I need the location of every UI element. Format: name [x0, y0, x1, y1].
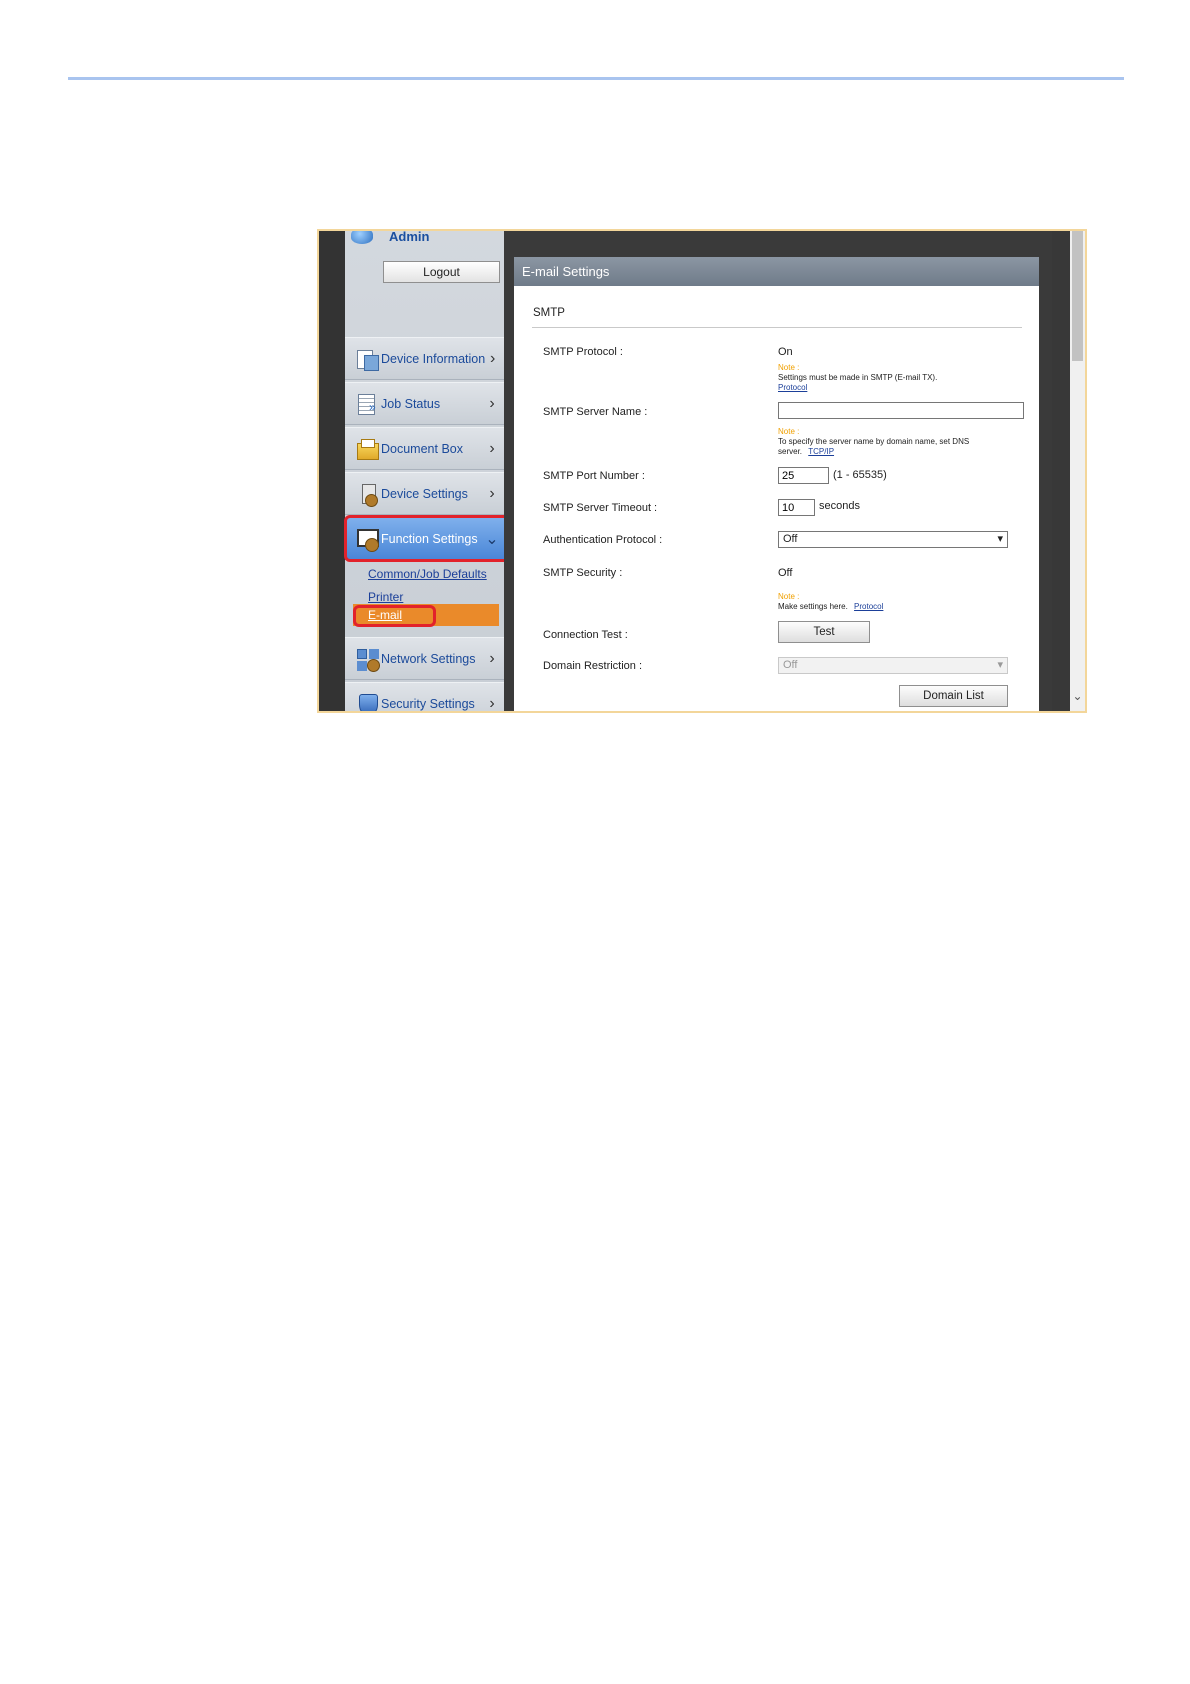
device-information-icon [355, 347, 379, 371]
section-divider [532, 327, 1022, 328]
note-label: Note : [778, 427, 800, 436]
sidebar-item-label: Device Information [381, 351, 486, 366]
sidebar-item-label: Document Box [381, 441, 463, 456]
sidebar: Admin Logout Device Information › Job St… [345, 231, 504, 711]
chevron-right-icon: › [489, 349, 496, 367]
authentication-protocol-label: Authentication Protocol : [543, 534, 663, 546]
sidebar-item-document-box[interactable]: Document Box › [345, 427, 504, 470]
note-label: Note : [778, 592, 800, 601]
note-text: server. [778, 447, 803, 456]
smtp-protocol-value: On [778, 346, 793, 358]
sidebar-item-function-settings[interactable]: Function Settings ⌄ [345, 517, 504, 560]
port-range-text: (1 - 65535) [833, 469, 887, 481]
chevron-down-icon[interactable]: ⌄ [1070, 689, 1085, 703]
function-settings-icon [355, 527, 379, 552]
subitem-email[interactable]: E-mail [353, 604, 499, 626]
admin-label: Admin [389, 229, 430, 244]
note-label: Note : [778, 363, 800, 372]
smtp-security-value: Off [778, 567, 793, 579]
smtp-server-name-input[interactable] [778, 402, 1024, 419]
sidebar-item-label: Network Settings [381, 651, 476, 666]
sidebar-item-label: Security Settings [381, 696, 475, 711]
section-title-smtp: SMTP [533, 307, 565, 319]
document-box-icon [355, 437, 379, 461]
logout-button[interactable]: Logout [383, 261, 500, 283]
job-status-icon [355, 392, 379, 416]
sidebar-item-security-settings[interactable]: Security Settings › [345, 682, 504, 712]
email-settings-panel: E-mail Settings SMTP SMTP Protocol : On … [514, 257, 1039, 711]
note-text: Make settings here. [778, 602, 848, 611]
smtp-server-timeout-input[interactable] [778, 499, 815, 516]
vertical-scrollbar[interactable]: ⌄ [1070, 231, 1085, 711]
chevron-right-icon: › [489, 439, 495, 457]
authentication-protocol-select[interactable]: Off ▾ [778, 531, 1008, 548]
chevron-down-icon: ▾ [997, 533, 1003, 545]
domain-restriction-select[interactable]: Off ▾ [778, 657, 1008, 674]
timeout-unit-text: seconds [819, 500, 860, 512]
sidebar-item-network-settings[interactable]: Network Settings › [345, 637, 504, 680]
smtp-port-number-input[interactable] [778, 467, 829, 484]
connection-test-label: Connection Test : [543, 629, 628, 641]
window-edge [319, 231, 345, 711]
smtp-server-name-label: SMTP Server Name : [543, 406, 648, 418]
smtp-protocol-label: SMTP Protocol : [543, 346, 623, 358]
note-link-row: server. TCP/IP [778, 447, 834, 456]
sidebar-item-label: Job Status [381, 396, 441, 411]
admin-user-row: Admin [351, 229, 430, 247]
smtp-server-timeout-label: SMTP Server Timeout : [543, 502, 658, 514]
domain-list-button[interactable]: Domain List [899, 685, 1008, 707]
sidebar-item-label: Function Settings [381, 531, 478, 546]
network-settings-icon [355, 647, 380, 672]
note-text: Settings must be made in SMTP (E-mail TX… [778, 373, 938, 382]
select-value: Off [783, 533, 798, 545]
chevron-right-icon: › [489, 484, 495, 502]
tcp-ip-link[interactable]: TCP/IP [808, 447, 834, 456]
subitem-printer[interactable]: Printer [368, 590, 403, 604]
select-value: Off [783, 659, 798, 671]
sidebar-item-device-information[interactable]: Device Information › [345, 337, 504, 380]
chevron-right-icon: › [489, 694, 495, 712]
note-link-row: Protocol [778, 383, 807, 392]
sidebar-item-device-settings[interactable]: Device Settings › [345, 472, 504, 515]
subitem-email-label: E-mail [368, 608, 403, 622]
domain-restriction-label: Domain Restriction : [543, 660, 643, 672]
smtp-security-label: SMTP Security : [543, 567, 623, 579]
smtp-port-number-label: SMTP Port Number : [543, 470, 645, 482]
test-button[interactable]: Test [778, 621, 870, 643]
chevron-right-icon: › [489, 394, 495, 412]
sidebar-item-job-status[interactable]: Job Status › [345, 382, 504, 425]
note-link-row: Make settings here. Protocol [778, 602, 883, 611]
page-header-rule [68, 77, 1124, 80]
protocol-link[interactable]: Protocol [854, 602, 883, 611]
sidebar-item-label: Device Settings [381, 486, 468, 501]
chevron-down-icon: ⌄ [485, 530, 499, 548]
admin-user-icon [351, 231, 373, 244]
device-settings-icon [355, 482, 379, 507]
screenshot-frame: Admin Logout Device Information › Job St… [317, 229, 1087, 713]
chevron-down-icon: ▾ [997, 659, 1003, 671]
chevron-right-icon: › [489, 649, 495, 667]
protocol-link[interactable]: Protocol [778, 383, 807, 392]
scrollbar-thumb[interactable] [1072, 231, 1083, 361]
subitem-common-job-defaults[interactable]: Common/Job Defaults [368, 567, 487, 581]
panel-header: E-mail Settings [514, 257, 1039, 286]
note-text: To specify the server name by domain nam… [778, 437, 970, 446]
security-settings-icon [355, 692, 379, 711]
